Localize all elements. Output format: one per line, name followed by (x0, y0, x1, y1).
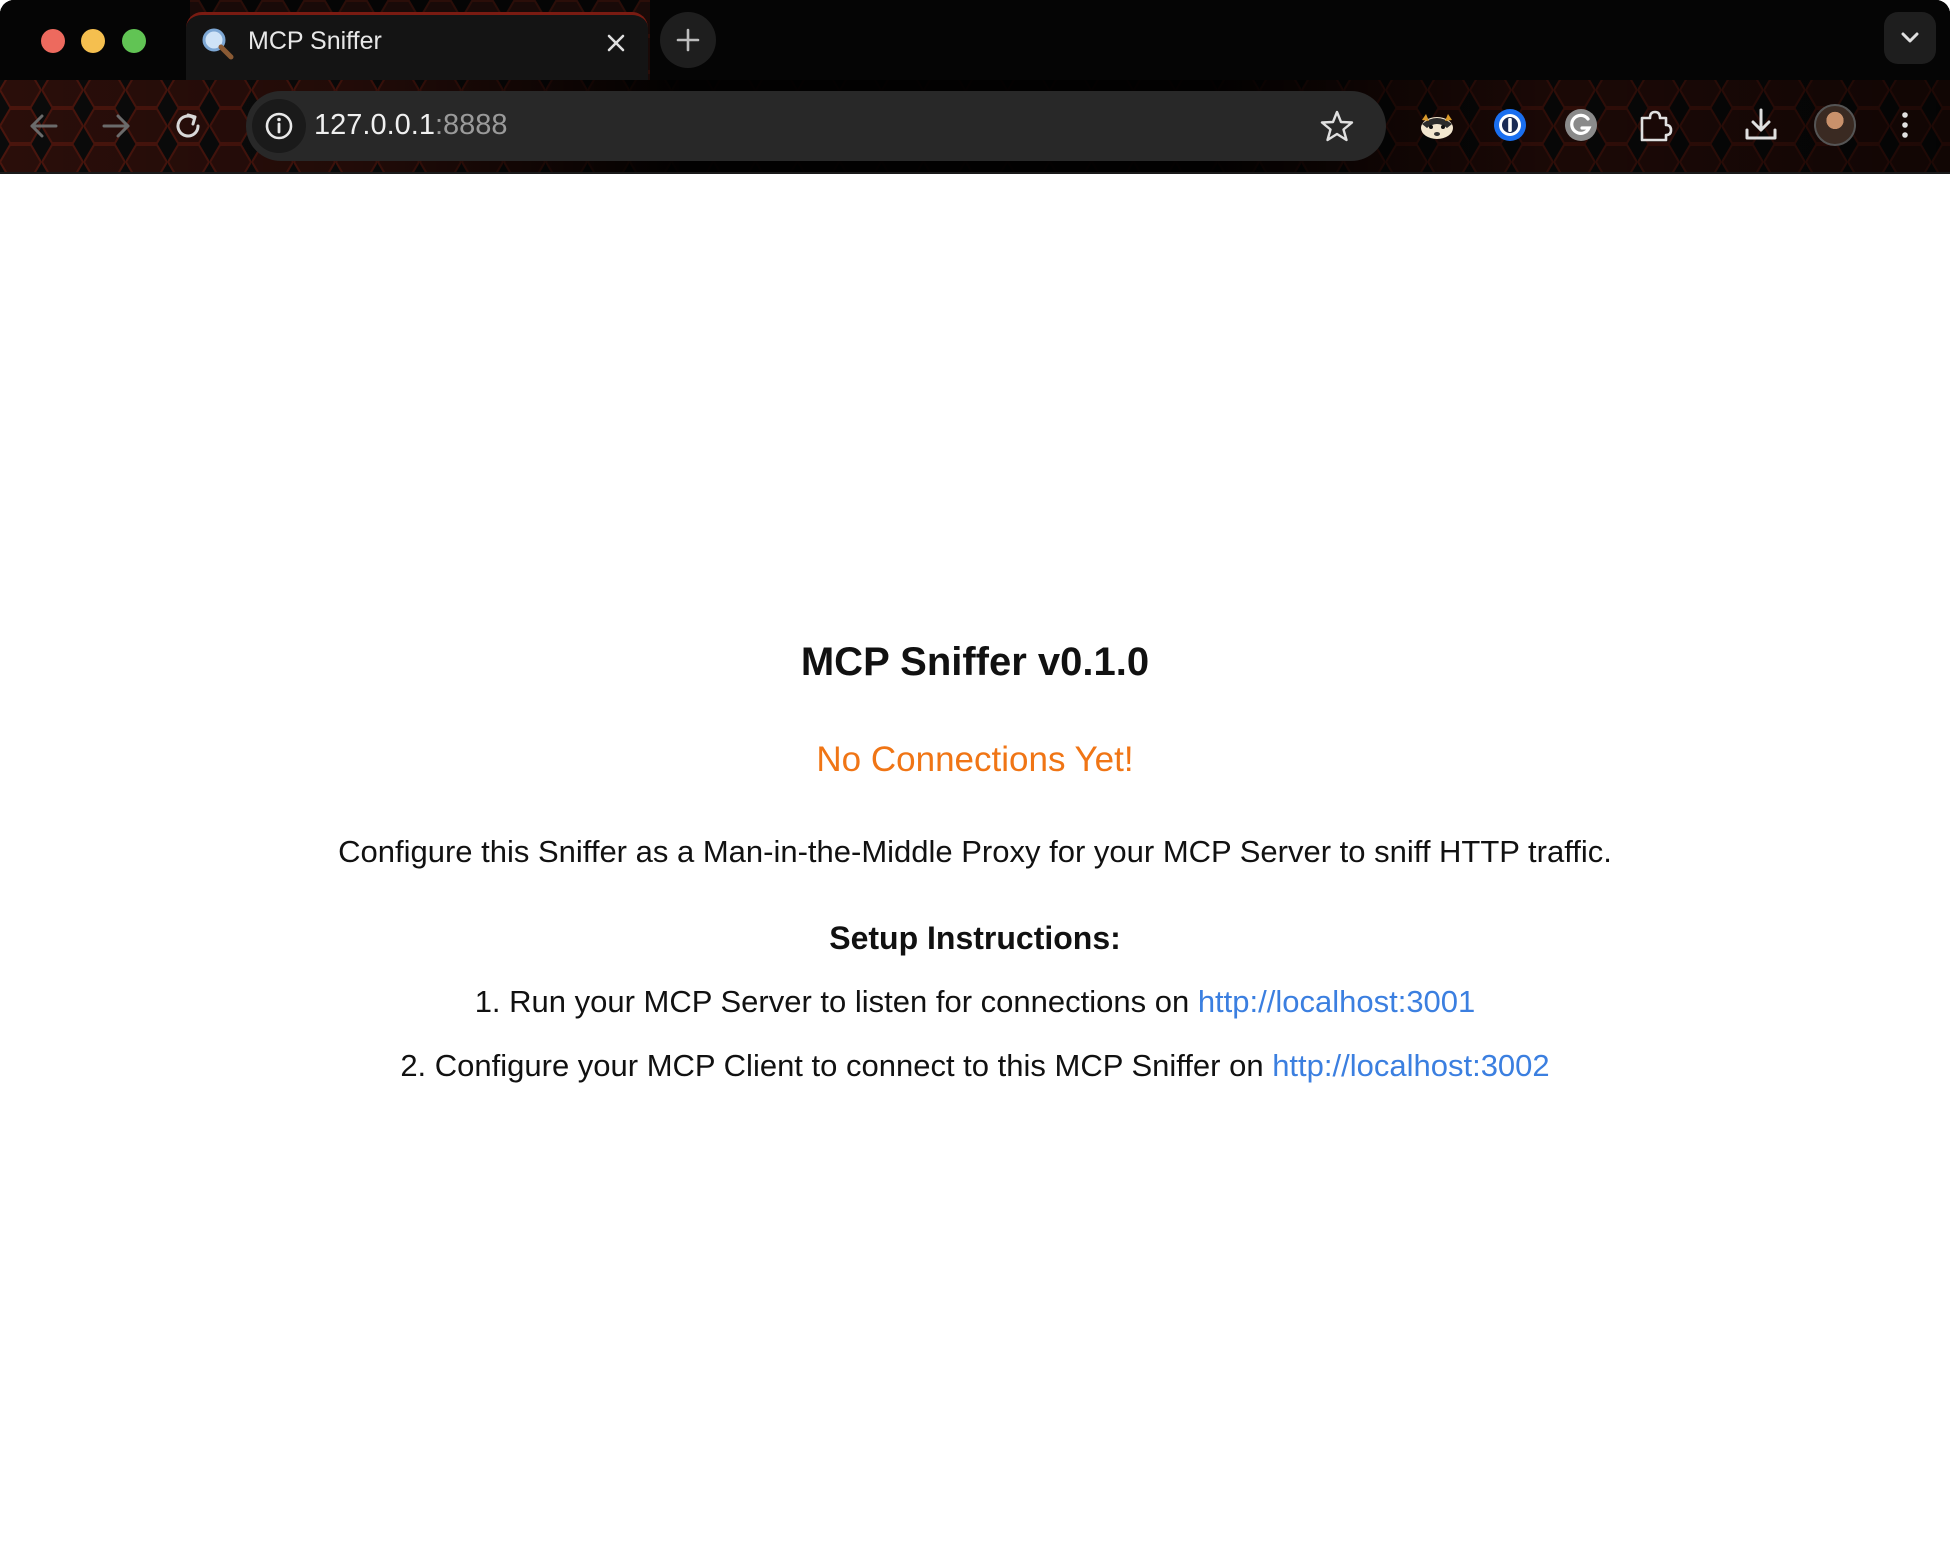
minimize-window-button[interactable] (81, 29, 105, 53)
address-bar[interactable]: 127.0.0.1:8888 (246, 91, 1386, 161)
profile-avatar[interactable] (1814, 104, 1856, 146)
tab-search-button[interactable] (1884, 12, 1936, 64)
password-manager-icon[interactable] (1487, 102, 1533, 148)
badger-icon[interactable] (1414, 102, 1460, 148)
description-text: Configure this Sniffer as a Man-in-the-M… (338, 834, 1612, 869)
zoom-window-button[interactable] (122, 29, 146, 53)
browser-window: MCP Sniffer 127.0.0.1:8888 MCP Sniffer v… (0, 0, 1950, 1552)
kebab-menu-icon[interactable] (1882, 102, 1928, 148)
setup-step-1: 1. Run your MCP Server to listen for con… (0, 984, 1950, 1020)
setup-step-2: 2. Configure your MCP Client to connect … (0, 1048, 1950, 1084)
bookmark-star-icon[interactable] (1318, 107, 1356, 145)
extensions-puzzle-icon[interactable] (1632, 102, 1678, 148)
tab-mcp-sniffer[interactable]: MCP Sniffer (186, 12, 648, 80)
tab-strip: MCP Sniffer (0, 0, 1950, 80)
browser-toolbar: 127.0.0.1:8888 (0, 80, 1950, 174)
close-window-button[interactable] (41, 29, 65, 53)
url-host: 127.0.0.1 (314, 109, 435, 141)
browser-chrome: MCP Sniffer 127.0.0.1:8888 (0, 0, 1950, 174)
setup-instructions-heading: Setup Instructions: (829, 920, 1121, 956)
tab-title: MCP Sniffer (248, 27, 382, 55)
url-port: :8888 (434, 109, 508, 141)
url-text: 127.0.0.1:8888 (314, 109, 508, 142)
site-info-button[interactable] (252, 99, 306, 153)
download-icon[interactable] (1738, 102, 1784, 148)
page-viewport: MCP Sniffer v0.1.0 No Connections Yet! C… (0, 174, 1950, 1552)
mcp-server-link[interactable]: http://localhost:3001 (1198, 984, 1475, 1019)
close-tab-icon[interactable] (602, 29, 630, 57)
plus-icon (676, 28, 700, 52)
reload-icon[interactable] (166, 104, 210, 148)
forward-arrow-icon[interactable] (94, 104, 138, 148)
connection-status: No Connections Yet! (816, 740, 1134, 779)
info-icon (265, 112, 293, 140)
setup-step-1-text: 1. Run your MCP Server to listen for con… (474, 984, 1198, 1019)
magnifier-icon (202, 28, 234, 60)
new-tab-button[interactable] (660, 12, 716, 68)
chevron-down-icon (1901, 32, 1919, 43)
setup-step-2-text: 2. Configure your MCP Client to connect … (400, 1048, 1273, 1083)
grammar-icon[interactable] (1558, 102, 1604, 148)
page-title: MCP Sniffer v0.1.0 (800, 640, 1150, 684)
mcp-sniffer-link[interactable]: http://localhost:3002 (1272, 1048, 1549, 1083)
back-arrow-icon[interactable] (22, 104, 66, 148)
